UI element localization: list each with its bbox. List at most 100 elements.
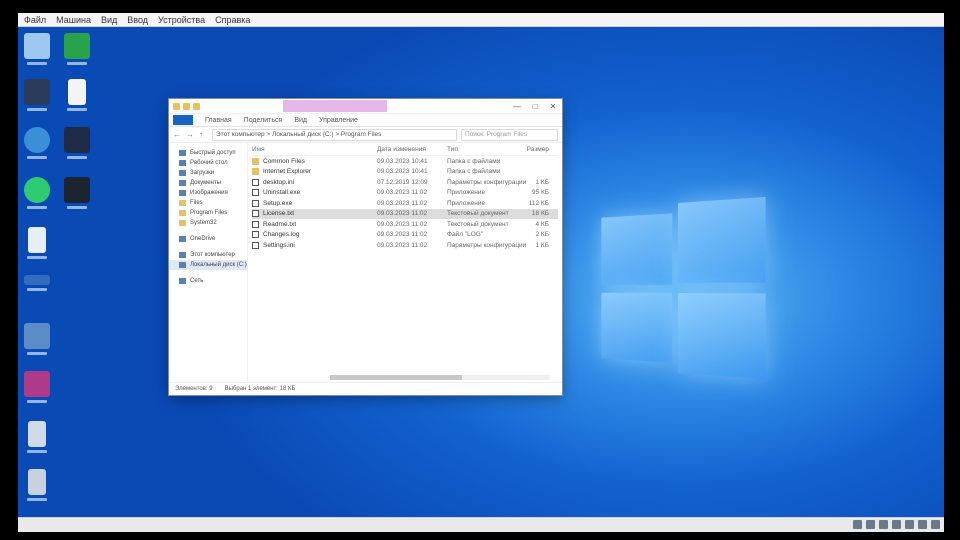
keyboard-icon[interactable]: [931, 520, 940, 529]
vm-status-bar: [18, 517, 944, 532]
file-row[interactable]: Common Files 09.03.2023 10:41 Папка с файл…: [252, 156, 558, 167]
nav-item-this-pc[interactable]: Этот компьютер: [169, 250, 247, 260]
nav-item-downloads[interactable]: Загрузки: [169, 168, 247, 178]
back-arrow-icon[interactable]: ←: [173, 130, 182, 139]
folder-icon: [252, 158, 259, 165]
file-name: desktop.ini: [252, 179, 377, 186]
display-icon[interactable]: [918, 520, 927, 529]
app-icon[interactable]: [20, 79, 54, 111]
file-row[interactable]: Internet Explorer 09.03.2023 10:41 Папка с…: [252, 167, 558, 178]
file-row[interactable]: License.txt 09.03.2023 11:02 Текстовый док…: [252, 209, 558, 220]
file-size: 95 КБ: [519, 189, 549, 196]
nav-item-documents[interactable]: Документы: [169, 178, 247, 188]
folder-icon: [179, 220, 186, 226]
document-icon: [179, 180, 186, 186]
vm-menu-input[interactable]: Ввод: [127, 15, 148, 25]
desktop: — □ ✕ Главная Поделиться Вид Управление …: [18, 27, 944, 517]
file-type: Папка с файлами: [447, 168, 519, 175]
navigation-pane: Быстрый доступ Рабочий стол Загрузки Док…: [169, 142, 248, 383]
ribbon-tab-file[interactable]: [173, 115, 193, 125]
nav-item-local-disk[interactable]: Локальный диск (C:): [169, 260, 247, 270]
vm-menu-help[interactable]: Справка: [215, 15, 250, 25]
file-type: Приложение: [447, 200, 519, 207]
file-icon[interactable]: [20, 421, 54, 453]
file-icon[interactable]: [20, 227, 54, 259]
nav-item-pictures[interactable]: Изображения: [169, 188, 247, 198]
vm-menu-file[interactable]: Файл: [24, 15, 46, 25]
file-date: 09.03.2023 11:02: [377, 200, 447, 207]
forward-arrow-icon[interactable]: →: [186, 130, 195, 139]
file-icon[interactable]: [60, 79, 94, 111]
ribbon-tabs: Главная Поделиться Вид Управление: [169, 114, 562, 127]
ribbon-tab-home[interactable]: Главная: [205, 117, 232, 124]
app-icon[interactable]: [60, 33, 94, 65]
nav-item-quick-access[interactable]: Быстрый доступ: [169, 148, 247, 158]
minimize-button[interactable]: —: [508, 100, 526, 112]
close-button[interactable]: ✕: [544, 100, 562, 112]
file-row[interactable]: Settings.ini 09.03.2023 11:02 Параметры ко…: [252, 240, 558, 251]
file-date: 09.03.2023 10:41: [377, 168, 447, 175]
file-date: 09.03.2023 11:02: [377, 221, 447, 228]
app-icon[interactable]: [20, 469, 54, 501]
ribbon-tab-view[interactable]: Вид: [294, 117, 307, 124]
ribbon-tab-manage[interactable]: Управление: [319, 117, 358, 124]
usb-icon[interactable]: [879, 520, 888, 529]
file-date: 09.03.2023 11:02: [377, 210, 447, 217]
search-input[interactable]: Поиск: Program Files: [461, 129, 558, 141]
file-row[interactable]: Setup.exe 09.03.2023 11:02 Приложение 112 К…: [252, 198, 558, 209]
title-bar[interactable]: — □ ✕: [169, 99, 562, 114]
picture-icon: [179, 190, 186, 196]
file-row[interactable]: desktop.ini 07.12.2019 12:09 Параметры кон…: [252, 177, 558, 188]
column-header-date[interactable]: Дата изменения: [377, 146, 447, 153]
up-arrow-icon[interactable]: ↑: [199, 130, 208, 139]
app-icon[interactable]: [20, 323, 54, 355]
file-size: 1 КБ: [519, 179, 549, 186]
vm-menu-machine[interactable]: Машина: [56, 15, 91, 25]
nav-item-files[interactable]: Files: [169, 198, 247, 208]
nav-item-network[interactable]: Сеть: [169, 276, 247, 286]
file-date: 07.12.2019 12:09: [377, 179, 447, 186]
save-icon[interactable]: [183, 103, 190, 110]
folder-icon[interactable]: [193, 103, 200, 110]
document-icon: [252, 189, 259, 196]
file-row[interactable]: Readme.txt 09.03.2023 11:02 Текстовый доку…: [252, 219, 558, 230]
app-icon[interactable]: [20, 127, 54, 159]
network-icon[interactable]: [892, 520, 901, 529]
app-icon[interactable]: [20, 371, 54, 403]
column-header-type[interactable]: Тип: [447, 146, 519, 153]
file-size: 1 КБ: [519, 242, 549, 249]
file-type: Текстовый документ: [447, 221, 519, 228]
hdd-icon[interactable]: [853, 520, 862, 529]
app-icon[interactable]: [60, 177, 94, 209]
file-row[interactable]: Uninstall.exe 09.03.2023 11:02 Приложение 9…: [252, 188, 558, 199]
nav-item-desktop[interactable]: Рабочий стол: [169, 158, 247, 168]
file-type: Параметры конфигурации: [447, 179, 519, 186]
horizontal-scrollbar[interactable]: [330, 375, 550, 380]
contextual-tab[interactable]: [283, 100, 387, 112]
ribbon-tab-share[interactable]: Поделиться: [244, 117, 283, 124]
whatsapp-icon[interactable]: [20, 177, 54, 209]
vm-menu-view[interactable]: Вид: [101, 15, 117, 25]
column-header-size[interactable]: Размер: [519, 146, 549, 153]
file-date: 09.03.2023 11:02: [377, 242, 447, 249]
cd-icon[interactable]: [866, 520, 875, 529]
nav-item-system32[interactable]: System32: [169, 218, 247, 228]
status-selected: Выбран 1 элемент: 18 КБ: [225, 386, 296, 392]
recycle-bin-icon[interactable]: [20, 33, 54, 65]
nav-item-onedrive[interactable]: OneDrive: [169, 234, 247, 244]
address-bar[interactable]: Этот компьютер > Локальный диск (C:) > P…: [212, 129, 457, 141]
vm-menu-devices[interactable]: Устройства: [158, 15, 205, 25]
column-header-name[interactable]: Имя: [252, 146, 377, 153]
file-type: Файл "LOG": [447, 231, 519, 238]
shared-folder-icon[interactable]: [905, 520, 914, 529]
app-icon[interactable]: [60, 127, 94, 159]
column-headers: Имя Дата изменения Тип Размер: [252, 144, 558, 156]
file-name: Uninstall.exe: [252, 189, 377, 196]
file-icon[interactable]: [20, 275, 54, 291]
nav-item-program-files[interactable]: Program Files: [169, 208, 247, 218]
document-icon: [252, 210, 259, 217]
file-list: Имя Дата изменения Тип Размер Common Fil…: [248, 142, 562, 383]
file-type: Параметры конфигурации: [447, 242, 519, 249]
maximize-button[interactable]: □: [526, 100, 544, 112]
file-row[interactable]: Changes.log 09.03.2023 11:02 Файл "LOG" 2 К…: [252, 230, 558, 241]
